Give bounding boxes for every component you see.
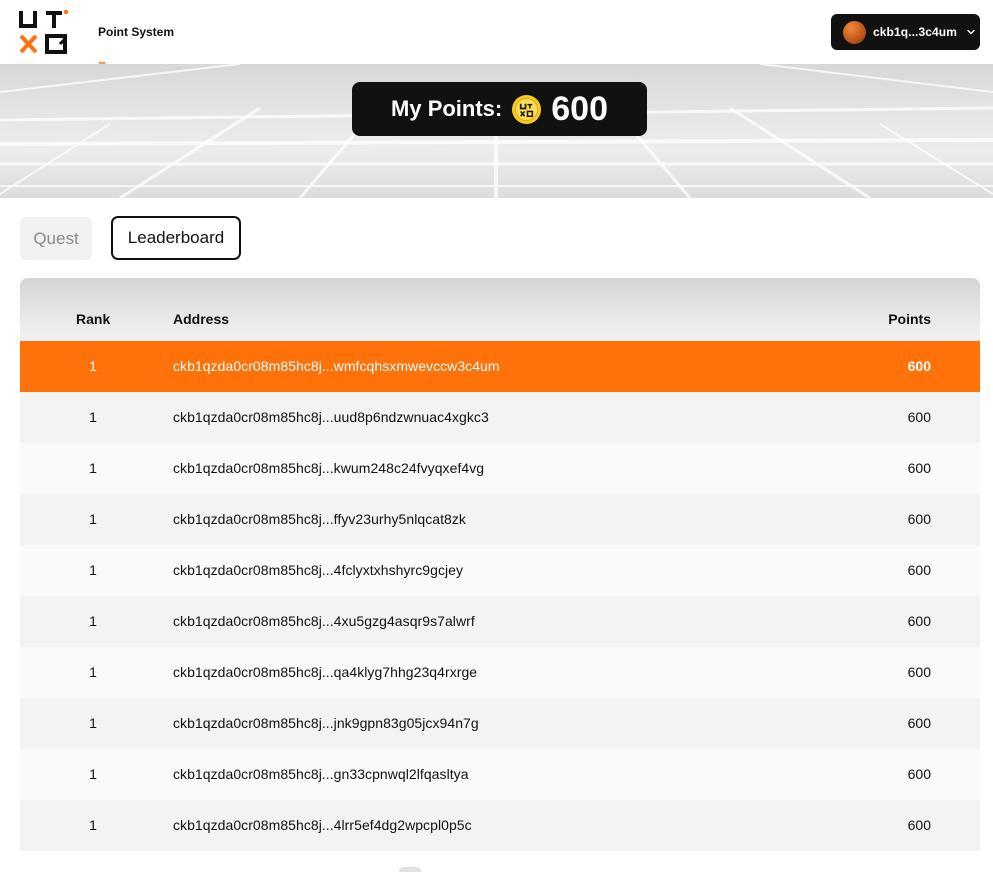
- points-cell: 600: [907, 817, 931, 833]
- table-row[interactable]: 1 ckb1qzda0cr08m85hc8j...kwum248c24fvyqxe…: [20, 443, 980, 494]
- points-cell: 600: [907, 766, 931, 782]
- chevron-down-icon: [967, 29, 975, 35]
- table-row[interactable]: 1 ckb1qzda0cr08m85hc8j...4lrr5ef4dg2wpcpl…: [20, 800, 980, 851]
- rank-cell: 1: [89, 664, 97, 680]
- rank-cell: 1: [89, 409, 97, 425]
- table-row[interactable]: 1 ckb1qzda0cr08m85hc8j...uud8p6ndzwnuac4x…: [20, 392, 980, 443]
- table-row[interactable]: 1 ckb1qzda0cr08m85hc8j...4fclyxtxhshyrc9g…: [20, 545, 980, 596]
- my-points-badge: My Points: 600: [352, 82, 647, 136]
- points-cell: 600: [907, 511, 931, 527]
- points-cell: 600: [907, 562, 931, 578]
- table-body: 1 ckb1qzda0cr08m85hc8j...wmfcqhsxmwevccw3…: [20, 341, 980, 851]
- column-header-points[interactable]: Points: [888, 311, 931, 327]
- points-cell: 600: [907, 460, 931, 476]
- table-header: Rank Address Points: [20, 278, 980, 341]
- wallet-address: ckb1q...3c4um: [873, 25, 958, 39]
- table-row[interactable]: 1 ckb1qzda0cr08m85hc8j...4xu5gzg4asqr9s7a…: [20, 596, 980, 647]
- table-row[interactable]: 1 ckb1qzda0cr08m85hc8j...qa4klyg7hhg23q4r…: [20, 647, 980, 698]
- app-name: Point System: [98, 25, 175, 39]
- table-row[interactable]: 1 ckb1qzda0cr08m85hc8j...ffyv23urhy5nlqca…: [20, 494, 980, 545]
- tab-quest[interactable]: Quest: [20, 217, 92, 260]
- table-row[interactable]: 1 ckb1qzda0cr08m85hc8j...gn33cpnwql2lfqas…: [20, 749, 980, 800]
- address-cell: ckb1qzda0cr08m85hc8j...wmfcqhsxmwevccw3c…: [173, 358, 500, 374]
- address-cell: ckb1qzda0cr08m85hc8j...uud8p6ndzwnuac4xg…: [173, 409, 489, 425]
- top-bar: Point System ckb1q...3c4um: [0, 0, 993, 70]
- points-cell: 600: [907, 409, 931, 425]
- tab-leaderboard[interactable]: Leaderboard: [111, 216, 241, 260]
- rank-cell: 1: [89, 715, 97, 731]
- address-cell: ckb1qzda0cr08m85hc8j...qa4klyg7hhg23q4rx…: [173, 664, 478, 680]
- leaderboard-table: Rank Address Points 1 ckb1qzda0cr08m85hc8…: [20, 278, 980, 872]
- address-cell: ckb1qzda0cr08m85hc8j...4lrr5ef4dg2wpcpl0…: [173, 817, 472, 833]
- wallet-button[interactable]: ckb1q...3c4um: [831, 14, 980, 50]
- column-header-rank[interactable]: Rank: [76, 311, 110, 327]
- table-row[interactable]: 1 ckb1qzda0cr08m85hc8j...jnk9gpn83g05jcx9…: [20, 698, 980, 749]
- points-cell: 600: [907, 664, 931, 680]
- points-cell: 600: [907, 715, 931, 731]
- coin-icon: [512, 94, 542, 124]
- rank-cell: 1: [89, 817, 97, 833]
- column-header-address[interactable]: Address: [173, 311, 229, 327]
- my-points-label: My Points:: [391, 96, 503, 121]
- rank-cell: 1: [89, 613, 97, 629]
- rank-cell: 1: [89, 766, 97, 782]
- rank-cell: 1: [89, 358, 97, 374]
- address-cell: ckb1qzda0cr08m85hc8j...ffyv23urhy5nlqcat…: [173, 511, 466, 527]
- my-points-value: 600: [551, 89, 608, 128]
- avatar: [843, 20, 866, 44]
- points-cell: 600: [907, 358, 931, 374]
- address-cell: ckb1qzda0cr08m85hc8j...4fclyxtxhshyrc9gc…: [173, 562, 464, 578]
- utxo-logo-icon[interactable]: [19, 8, 69, 56]
- scroll-indicator[interactable]: [399, 867, 421, 872]
- address-cell: ckb1qzda0cr08m85hc8j...jnk9gpn83g05jcx94…: [173, 715, 479, 731]
- table-row-current-user[interactable]: 1 ckb1qzda0cr08m85hc8j...wmfcqhsxmwevccw3…: [20, 341, 980, 392]
- rank-cell: 1: [89, 511, 97, 527]
- address-cell: ckb1qzda0cr08m85hc8j...4xu5gzg4asqr9s7al…: [173, 613, 475, 629]
- rank-cell: 1: [89, 562, 97, 578]
- page: Point System ckb1q...3c4um My Points: 60…: [0, 0, 993, 872]
- rank-cell: 1: [89, 460, 97, 476]
- points-cell: 600: [907, 613, 931, 629]
- address-cell: ckb1qzda0cr08m85hc8j...kwum248c24fvyqxef…: [173, 460, 485, 476]
- address-cell: ckb1qzda0cr08m85hc8j...gn33cpnwql2lfqasl…: [173, 766, 469, 782]
